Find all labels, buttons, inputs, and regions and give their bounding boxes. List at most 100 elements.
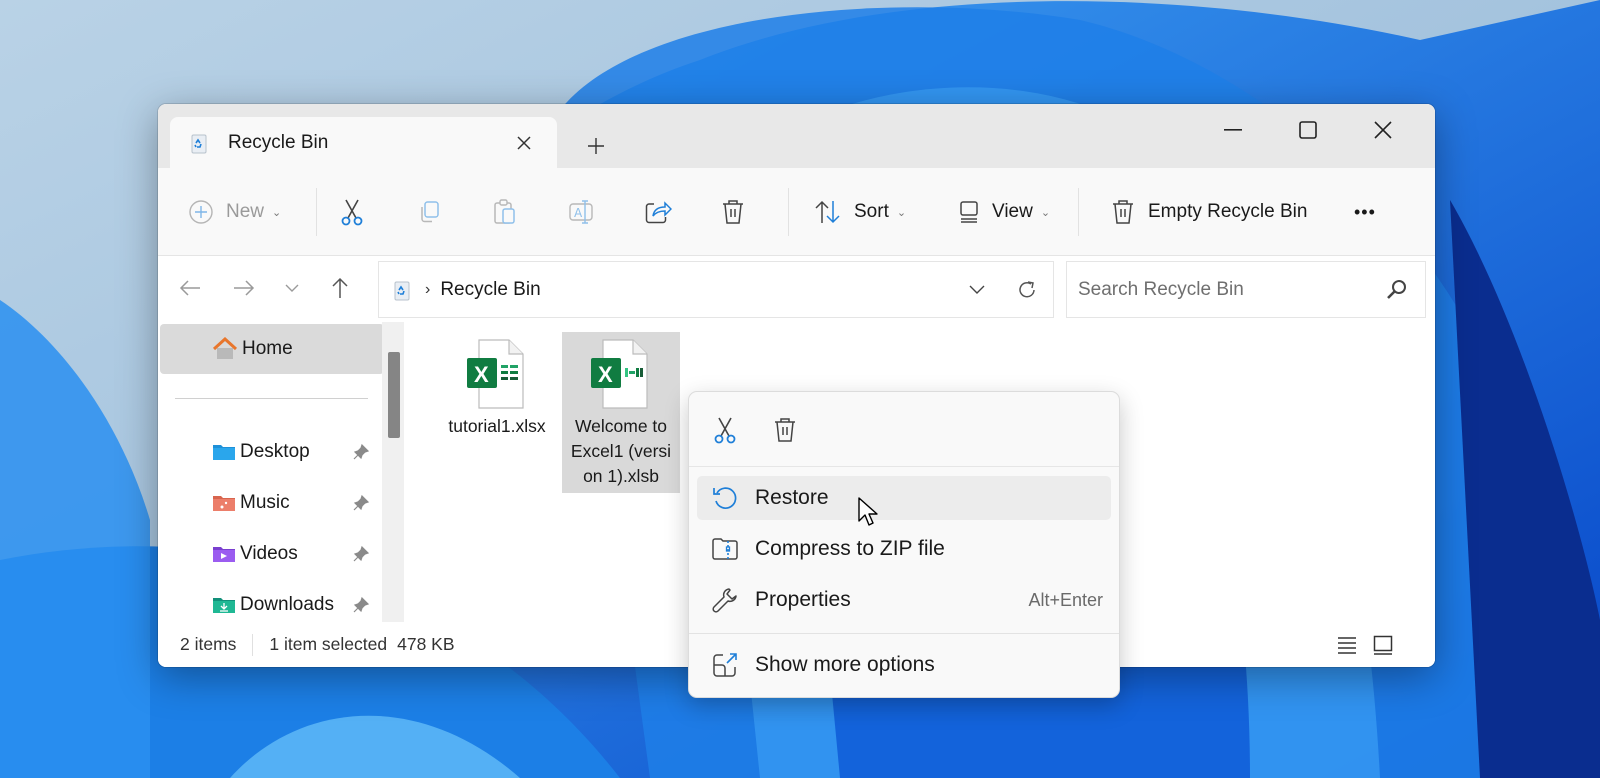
zip-folder-icon [711, 535, 739, 563]
maximize-button[interactable] [1283, 110, 1333, 150]
menu-item-compress-zip[interactable]: Compress to ZIP file [697, 527, 1111, 571]
menu-item-properties[interactable]: Properties Alt+Enter [697, 578, 1111, 622]
close-window-button[interactable] [1358, 110, 1408, 150]
downloads-label: Downloads [240, 594, 334, 615]
file-item-selected[interactable]: X Welcome to Excel1 (version 1).xlsb [562, 332, 680, 493]
sidebar-item-home[interactable]: Home [160, 324, 384, 374]
recycle-bin-icon [394, 281, 410, 300]
close-icon [1374, 121, 1392, 139]
large-icons-view-button[interactable] [1369, 632, 1397, 658]
toolbar-divider [316, 188, 317, 236]
home-icon [212, 337, 238, 359]
rename-button[interactable]: A [568, 190, 596, 234]
pin-icon [353, 596, 370, 613]
tab-close-button[interactable] [509, 128, 539, 158]
up-button[interactable] [322, 270, 358, 306]
wrench-icon [711, 586, 739, 614]
scrollbar-thumb[interactable] [388, 352, 400, 438]
sidebar-item-desktop[interactable]: Desktop [158, 430, 382, 474]
menu-item-restore[interactable]: Restore [697, 476, 1111, 520]
sidebar-scrollbar[interactable] [382, 322, 404, 622]
address-history-dropdown[interactable] [963, 276, 991, 304]
context-delete-button[interactable] [765, 410, 805, 450]
chevron-down-icon: ⌄ [896, 206, 907, 219]
view-label: View [992, 201, 1033, 222]
context-menu-quick-actions [689, 392, 1119, 467]
refresh-button[interactable] [1011, 274, 1043, 306]
chevron-down-icon [969, 285, 985, 294]
excel-binary-file-icon: X [591, 339, 648, 409]
pin-icon [353, 443, 370, 460]
sort-label: Sort [854, 201, 889, 222]
minimize-icon [1224, 129, 1242, 131]
view-button[interactable]: View ⌄ [958, 190, 1050, 234]
tab-title: Recycle Bin [228, 131, 329, 153]
home-label: Home [242, 338, 293, 359]
selection-count: 1 item selected [269, 634, 388, 654]
music-folder-icon [213, 496, 235, 511]
share-button[interactable] [644, 190, 672, 234]
sidebar-divider [175, 398, 368, 399]
recent-locations-button[interactable] [274, 270, 310, 306]
file-name: Welcome to Excel1 (version 1).xlsb [570, 416, 672, 486]
minimize-button[interactable] [1208, 110, 1258, 150]
paste-button[interactable] [492, 190, 518, 234]
cut-button[interactable] [339, 190, 365, 234]
forward-button[interactable] [226, 270, 262, 306]
share-icon [645, 201, 672, 224]
new-label: New [226, 201, 265, 222]
properties-label: Properties [755, 588, 851, 611]
videos-label: Videos [240, 543, 298, 564]
file-item[interactable]: X tutorial1.xlsx [438, 332, 556, 443]
sort-button[interactable]: Sort ⌄ [814, 190, 906, 234]
sidebar-item-downloads[interactable]: Downloads [158, 583, 382, 627]
copy-button[interactable] [416, 190, 442, 234]
downloads-folder-icon [213, 598, 235, 613]
arrow-left-icon [179, 280, 200, 296]
pin-icon [353, 545, 370, 562]
context-menu: Restore Compress to ZIP file Properties … [688, 391, 1120, 698]
empty-recycle-bin-button[interactable]: Empty Recycle Bin [1110, 190, 1307, 234]
context-cut-button[interactable] [705, 410, 745, 450]
copy-icon [421, 201, 439, 223]
details-view-icon [1338, 637, 1356, 654]
cut-icon [714, 417, 736, 444]
delete-button[interactable] [720, 190, 746, 234]
tab-recycle-bin[interactable]: Recycle Bin [170, 117, 557, 168]
toolbar-divider [1078, 188, 1079, 236]
details-view-button[interactable] [1333, 632, 1361, 658]
recycle-bin-icon [191, 134, 207, 153]
more-icon: ••• [1354, 201, 1376, 222]
plus-icon [588, 138, 604, 154]
refresh-icon [1019, 281, 1035, 298]
search-box[interactable] [1066, 261, 1426, 318]
address-bar[interactable]: › Recycle Bin [378, 261, 1054, 318]
file-name: tutorial1.xlsx [448, 416, 546, 436]
search-input[interactable] [1078, 278, 1368, 301]
back-button[interactable] [172, 270, 208, 306]
delete-icon [775, 418, 795, 442]
paste-icon [494, 199, 515, 224]
svg-text:X: X [474, 362, 489, 387]
delete-icon [723, 200, 743, 224]
view-icon [960, 201, 978, 223]
status-divider [252, 633, 254, 656]
more-options-button[interactable]: ••• [1354, 190, 1376, 234]
sidebar-item-videos[interactable]: Videos [158, 532, 382, 576]
new-button[interactable]: New ⌄ [188, 190, 281, 234]
videos-folder-icon [213, 547, 235, 562]
sidebar-item-music[interactable]: Music [158, 481, 382, 525]
search-icon[interactable] [1385, 278, 1409, 302]
excel-file-icon: X [467, 339, 524, 409]
breadcrumb-recycle-bin[interactable]: Recycle Bin [440, 279, 540, 301]
selection-size: 478 KB [397, 634, 455, 654]
music-label: Music [240, 492, 290, 513]
desktop-label: Desktop [240, 441, 310, 462]
new-tab-button[interactable] [578, 128, 614, 164]
cut-icon [341, 199, 363, 226]
menu-item-show-more-options[interactable]: Show more options [697, 643, 1111, 687]
large-icons-view-icon [1373, 635, 1393, 655]
restore-label: Restore [755, 486, 829, 509]
navigation-row: › Recycle Bin [158, 256, 1435, 322]
show-more-options-label: Show more options [755, 653, 935, 676]
